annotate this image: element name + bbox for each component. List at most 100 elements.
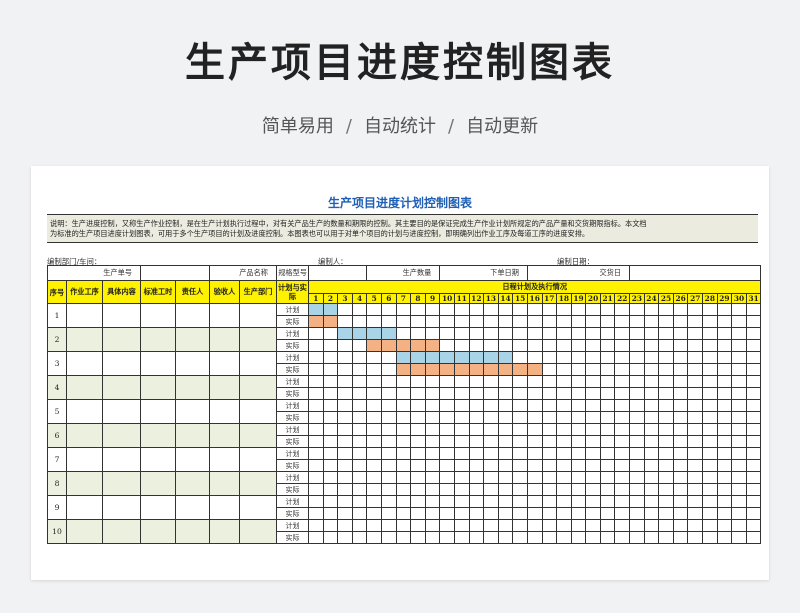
day-cell[interactable]	[526, 435, 543, 448]
day-cell[interactable]	[556, 447, 572, 460]
day-cell[interactable]	[366, 495, 382, 508]
day-cell[interactable]	[366, 471, 382, 484]
day-cell[interactable]	[512, 495, 528, 508]
day-cell[interactable]	[541, 471, 558, 484]
day-cell[interactable]	[672, 447, 689, 460]
day-cell[interactable]	[483, 375, 499, 388]
day-cell[interactable]	[716, 519, 733, 532]
day-cell[interactable]	[585, 387, 601, 400]
day-cell[interactable]	[716, 411, 733, 424]
day-cell[interactable]	[556, 351, 572, 364]
day-cell[interactable]	[351, 327, 368, 340]
owner-cell[interactable]	[175, 471, 210, 496]
day-cell[interactable]	[512, 351, 528, 364]
day-cell[interactable]	[526, 351, 543, 364]
day-cell[interactable]	[745, 399, 762, 412]
owner-cell[interactable]	[175, 519, 210, 544]
day-cell[interactable]	[716, 495, 733, 508]
day-cell[interactable]	[483, 411, 499, 424]
day-cell[interactable]	[731, 483, 747, 496]
day-cell[interactable]	[731, 399, 747, 412]
day-cell[interactable]	[395, 507, 412, 520]
dept-cell[interactable]	[239, 471, 277, 496]
day-cell[interactable]	[541, 387, 558, 400]
day-cell[interactable]	[526, 315, 543, 328]
day-cell[interactable]	[453, 375, 470, 388]
day-cell[interactable]	[497, 507, 514, 520]
day-cell[interactable]	[541, 351, 558, 364]
day-cell[interactable]	[497, 519, 514, 532]
day-cell[interactable]	[366, 483, 382, 496]
day-cell[interactable]	[672, 483, 689, 496]
day-cell[interactable]	[380, 447, 397, 460]
day-cell[interactable]	[570, 387, 587, 400]
day-cell[interactable]	[672, 363, 689, 376]
day-cell[interactable]	[424, 435, 441, 448]
day-cell[interactable]	[672, 339, 689, 352]
day-cell[interactable]	[483, 531, 499, 544]
day-cell[interactable]	[308, 459, 324, 472]
day-cell[interactable]	[322, 339, 339, 352]
day-cell[interactable]	[366, 459, 382, 472]
day-cell[interactable]	[643, 459, 660, 472]
day-cell[interactable]	[395, 351, 412, 364]
dept-cell[interactable]	[239, 447, 277, 472]
day-cell[interactable]	[512, 447, 528, 460]
day-cell[interactable]	[731, 375, 747, 388]
day-cell[interactable]	[410, 435, 426, 448]
day-cell[interactable]	[599, 483, 616, 496]
day-cell[interactable]	[672, 471, 689, 484]
day-cell[interactable]	[716, 387, 733, 400]
day-cell[interactable]	[526, 303, 543, 316]
day-cell[interactable]	[599, 303, 616, 316]
day-cell[interactable]	[410, 363, 426, 376]
day-cell[interactable]	[410, 483, 426, 496]
day-cell[interactable]	[629, 471, 645, 484]
day-cell[interactable]	[439, 363, 455, 376]
day-cell[interactable]	[716, 435, 733, 448]
day-cell[interactable]	[658, 483, 674, 496]
day-cell[interactable]	[322, 315, 339, 328]
day-cell[interactable]	[745, 387, 762, 400]
day-cell[interactable]	[483, 327, 499, 340]
day-cell[interactable]	[643, 435, 660, 448]
day-cell[interactable]	[585, 375, 601, 388]
day-cell[interactable]	[380, 519, 397, 532]
dept-cell[interactable]	[239, 519, 277, 544]
day-cell[interactable]	[716, 507, 733, 520]
day-cell[interactable]	[351, 363, 368, 376]
day-cell[interactable]	[585, 531, 601, 544]
day-cell[interactable]	[351, 471, 368, 484]
day-cell[interactable]	[468, 471, 485, 484]
day-cell[interactable]	[395, 483, 412, 496]
day-cell[interactable]	[745, 471, 762, 484]
day-cell[interactable]	[512, 303, 528, 316]
day-cell[interactable]	[556, 315, 572, 328]
day-cell[interactable]	[366, 351, 382, 364]
day-cell[interactable]	[380, 411, 397, 424]
day-cell[interactable]	[483, 399, 499, 412]
day-cell[interactable]	[643, 339, 660, 352]
day-cell[interactable]	[687, 387, 704, 400]
day-cell[interactable]	[483, 507, 499, 520]
day-cell[interactable]	[643, 399, 660, 412]
day-cell[interactable]	[468, 435, 485, 448]
day-cell[interactable]	[395, 387, 412, 400]
day-cell[interactable]	[308, 531, 324, 544]
day-cell[interactable]	[497, 459, 514, 472]
day-cell[interactable]	[629, 399, 645, 412]
day-cell[interactable]	[410, 399, 426, 412]
day-cell[interactable]	[585, 435, 601, 448]
day-cell[interactable]	[308, 351, 324, 364]
day-cell[interactable]	[731, 507, 747, 520]
day-cell[interactable]	[570, 411, 587, 424]
day-cell[interactable]	[395, 459, 412, 472]
day-cell[interactable]	[351, 531, 368, 544]
day-cell[interactable]	[745, 435, 762, 448]
day-cell[interactable]	[585, 519, 601, 532]
day-cell[interactable]	[541, 375, 558, 388]
day-cell[interactable]	[672, 423, 689, 436]
day-cell[interactable]	[556, 483, 572, 496]
day-cell[interactable]	[380, 399, 397, 412]
day-cell[interactable]	[424, 483, 441, 496]
